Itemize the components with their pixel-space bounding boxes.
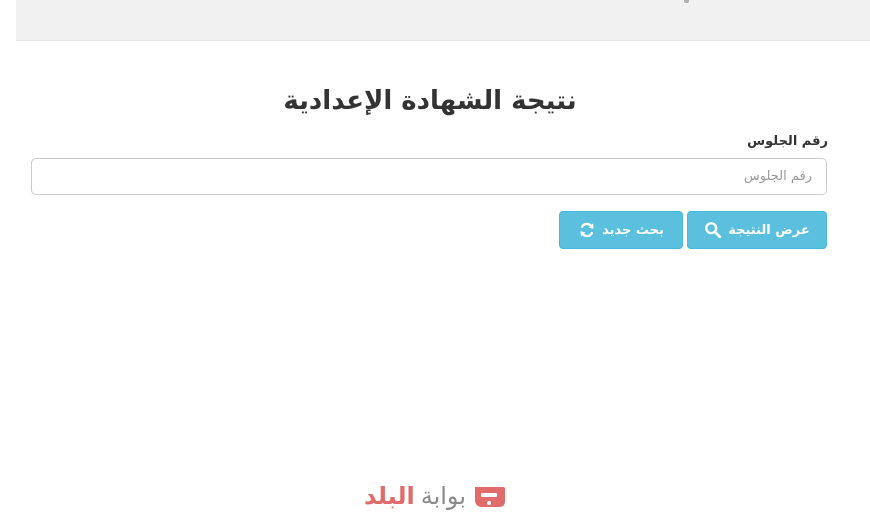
top-bar (16, 0, 870, 41)
show-result-label: عرض النتيجة (728, 222, 810, 238)
show-result-button[interactable]: عرض النتيجة (687, 211, 827, 249)
refresh-icon (578, 221, 596, 239)
brand-word-2: البلد (364, 482, 415, 510)
new-search-label: بحث جديد (602, 222, 664, 238)
page: نتيجة الشهادة الإعدادية رقم الجلوس عرض ا… (0, 0, 870, 531)
brand-logo-icon (472, 481, 506, 511)
brand-logo: بوابة البلد (340, 476, 530, 516)
seat-number-input[interactable] (31, 158, 827, 195)
seat-number-label: رقم الجلوس (747, 134, 828, 149)
new-search-button[interactable]: بحث جديد (559, 211, 683, 249)
brand-word-1: بوابة (420, 482, 466, 510)
search-icon (704, 221, 722, 239)
page-title: نتيجة الشهادة الإعدادية (283, 86, 577, 116)
top-bar-marker (684, 0, 689, 3)
